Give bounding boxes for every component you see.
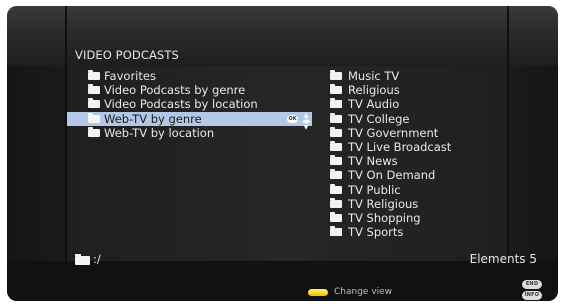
subfolder-item-label: TV Public <box>348 182 401 197</box>
folder-icon <box>88 112 100 123</box>
folder-icon <box>330 226 342 237</box>
subfolder-item-label: TV On Demand <box>348 168 436 183</box>
tv-frame: VIDEO PODCASTS Favorites Video Podcasts … <box>7 6 558 301</box>
subfolder-item-tv-college[interactable]: TV College <box>325 112 505 126</box>
subfolder-item-label: TV Live Broadcast <box>348 139 452 154</box>
info-key-icon[interactable]: INFO <box>522 291 542 300</box>
subfolder-item-tv-audio[interactable]: TV Audio <box>325 97 505 111</box>
nav-arrows-icon: ▲ ◀▶ ▼ <box>302 111 312 131</box>
subfolder-item-tv-shopping[interactable]: TV Shopping <box>325 211 505 225</box>
list-item-label: Web-TV by genre <box>104 111 202 126</box>
subfolder-item-label: TV Religious <box>348 196 419 211</box>
subfolder-item-label: TV Shopping <box>348 210 421 225</box>
left-margin <box>7 66 67 261</box>
subfolder-item-label: TV Government <box>348 125 439 140</box>
list-item-label: Favorites <box>104 69 156 83</box>
subfolder-item-tv-religious[interactable]: TV Religious <box>325 197 505 211</box>
folder-icon <box>88 84 100 95</box>
folder-icon <box>88 98 100 109</box>
page-title: VIDEO PODCASTS <box>75 48 179 62</box>
folder-icon <box>88 126 100 137</box>
folder-icon <box>330 169 342 180</box>
folder-icon <box>330 183 342 194</box>
current-path: :/ <box>75 251 101 267</box>
subfolder-item-label: TV College <box>348 111 410 126</box>
folder-icon <box>88 70 100 80</box>
folder-icon <box>330 211 342 222</box>
list-item-label: Web-TV by location <box>104 125 215 140</box>
folder-icon <box>75 253 90 265</box>
subfolder-item-music-tv[interactable]: Music TV <box>325 69 505 83</box>
subfolder-item-tv-on-demand[interactable]: TV On Demand <box>325 168 505 182</box>
subfolder-list: Music TV Religious TV Audio TV College T… <box>325 69 505 239</box>
end-key-icon[interactable]: END <box>522 280 542 289</box>
yellow-key-icon[interactable] <box>308 289 328 296</box>
folder-icon <box>330 70 342 80</box>
folder-icon <box>330 197 342 208</box>
folder-icon <box>330 126 342 137</box>
subfolder-item-tv-government[interactable]: TV Government <box>325 126 505 140</box>
ok-button-icon: OK <box>287 114 298 123</box>
change-view-label[interactable]: Change view <box>334 287 392 297</box>
subfolder-item-label: Religious <box>348 83 400 98</box>
subfolder-item-tv-public[interactable]: TV Public <box>325 183 505 197</box>
subfolder-item-tv-live-broadcast[interactable]: TV Live Broadcast <box>325 140 505 154</box>
subfolder-item-label: TV Audio <box>348 97 400 112</box>
subfolder-item-tv-sports[interactable]: TV Sports <box>325 225 505 239</box>
list-item-label: Video Podcasts by genre <box>104 83 246 98</box>
path-text: :/ <box>93 252 101 266</box>
category-list: Favorites Video Podcasts by genre Video … <box>67 69 312 140</box>
subfolder-item-tv-news[interactable]: TV News <box>325 154 505 168</box>
divider-right <box>507 6 509 261</box>
subfolder-item-label: TV News <box>348 154 398 169</box>
list-item-web-tv-by-genre[interactable]: Web-TV by genre OK ▲ ◀▶ ▼ <box>67 111 312 131</box>
folder-icon <box>330 112 342 123</box>
folder-icon <box>330 140 342 151</box>
list-item-favorites[interactable]: Favorites <box>67 69 312 83</box>
folder-icon <box>330 155 342 166</box>
list-item-video-podcasts-by-location[interactable]: Video Podcasts by location <box>67 97 312 111</box>
list-item-web-tv-by-location[interactable]: Web-TV by location <box>67 126 312 140</box>
footer-bar <box>7 268 558 301</box>
folder-icon <box>330 84 342 95</box>
subfolder-item-label: Music TV <box>348 69 400 83</box>
subfolder-item-label: TV Sports <box>348 225 404 240</box>
right-margin <box>509 66 558 261</box>
list-item-video-podcasts-by-genre[interactable]: Video Podcasts by genre <box>67 83 312 97</box>
subfolder-item-religious[interactable]: Religious <box>325 83 505 97</box>
list-item-label: Video Podcasts by location <box>104 97 258 112</box>
elements-count: Elements 5 <box>469 252 537 266</box>
folder-icon <box>330 98 342 109</box>
